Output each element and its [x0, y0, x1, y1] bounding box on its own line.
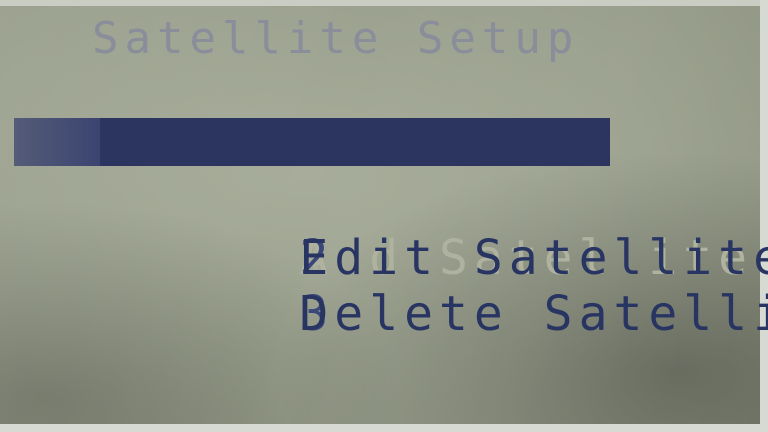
page-title: Satellite Setup [92, 13, 580, 64]
bezel-bottom [0, 424, 768, 432]
bezel-right [760, 0, 768, 432]
menu-item-edit-satellite[interactable]: 2Edit Satellite [14, 174, 768, 286]
bezel-top [0, 0, 768, 6]
menu-item-add-satellite[interactable]: 1Add Satellite [14, 118, 747, 286]
selection-highlight-edge [14, 118, 100, 166]
menu-item-delete-satellite[interactable]: 3Delete Satellite [14, 230, 768, 342]
menu-item-label: Delete Satellite [299, 286, 768, 342]
lcd-screen: Satellite Setup 1Add Satellite 2Edit Sat… [0, 0, 768, 432]
satellite-setup-menu: 1Add Satellite 2Edit Satellite 3Delete S… [14, 118, 768, 342]
menu-item-number: 3 [299, 286, 335, 342]
